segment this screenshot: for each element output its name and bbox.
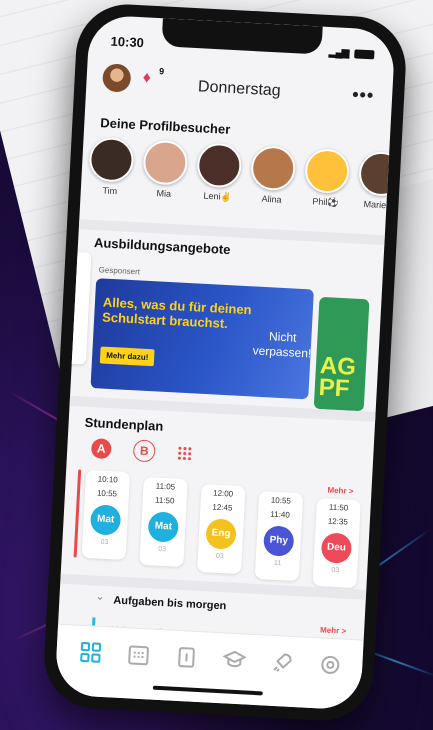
period-subject: Mat xyxy=(89,504,122,536)
visitor-avatar xyxy=(88,136,135,183)
app-screen: 10:30 ▂▄▆ ♦ 9 Donnerstag ••• Deine Profi… xyxy=(54,14,396,711)
timetable-tabs: A B xyxy=(90,437,192,464)
app-header: ♦ 9 Donnerstag ••• xyxy=(86,60,394,116)
banner-headline: Alles, was du für deinen Schulstart brau… xyxy=(101,294,252,332)
visitor-item[interactable]: Tim xyxy=(86,136,136,209)
rocket-icon[interactable] xyxy=(270,650,295,675)
period-end: 12:35 xyxy=(327,516,349,527)
period-room: 03 xyxy=(215,552,224,561)
collapse-chevron-icon[interactable]: ⌄ xyxy=(95,590,105,603)
period-subject: Deu xyxy=(320,532,353,564)
period-subject: Mat xyxy=(147,511,180,543)
period-start: 12:00 xyxy=(212,488,234,499)
settings-icon[interactable] xyxy=(318,652,343,677)
period-start: 10:10 xyxy=(97,474,118,485)
offer-banner[interactable]: Alles, was du für deinen Schulstart brau… xyxy=(90,278,314,400)
period-card[interactable]: 10:10 10:55 Mat 03 xyxy=(81,469,131,561)
visitor-list: Tim Mia Leni✌ Alina Phil⚽ Mariella xyxy=(86,136,396,224)
visitor-name: Mia xyxy=(156,188,172,199)
period-room: 11 xyxy=(273,559,282,568)
visitor-item[interactable]: Leni✌ xyxy=(194,142,244,214)
period-end: 11:50 xyxy=(154,495,175,506)
more-menu-icon[interactable]: ••• xyxy=(352,84,375,106)
visitor-name: Leni✌ xyxy=(203,190,233,203)
period-end: 10:55 xyxy=(96,488,118,499)
signal-icon: ▂▄▆ xyxy=(328,47,349,60)
offers-title: Ausbildungsangebote xyxy=(93,234,231,258)
period-room: 03 xyxy=(158,545,167,554)
phone: 10:30 ▂▄▆ ♦ 9 Donnerstag ••• Deine Profi… xyxy=(41,1,409,724)
offer-card-next-text: AG PF xyxy=(318,351,357,403)
visitor-name: Alina xyxy=(261,193,282,205)
visitor-name: Tim xyxy=(102,185,118,197)
banner-cta-button[interactable]: Mehr dazu! xyxy=(99,346,155,367)
home-icon[interactable] xyxy=(78,640,103,665)
current-period-indicator xyxy=(73,469,82,558)
calendar-icon[interactable] xyxy=(126,642,151,667)
streak-count: 9 xyxy=(158,66,165,77)
grid-view-icon[interactable] xyxy=(176,445,192,461)
period-start: 11:50 xyxy=(328,502,349,513)
visitors-title: Deine Profilbesucher xyxy=(99,115,231,137)
period-room: 03 xyxy=(100,538,109,547)
visitor-name: Phil⚽ xyxy=(312,196,339,208)
visitor-avatar xyxy=(304,147,351,195)
home-indicator xyxy=(152,685,263,696)
period-card[interactable]: 10:55 11:40 Phy 11 xyxy=(254,490,304,582)
period-subject: Phy xyxy=(262,525,295,557)
period-end: 12:45 xyxy=(212,502,233,513)
visitor-item[interactable]: Alina xyxy=(248,145,298,217)
period-start: 11:05 xyxy=(155,481,176,492)
day-title: Donnerstag xyxy=(197,78,282,100)
period-end: 11:40 xyxy=(270,509,291,520)
visitor-item[interactable]: Phil⚽ xyxy=(302,147,352,220)
period-card[interactable]: 12:00 12:45 Eng 03 xyxy=(197,483,246,575)
period-card[interactable]: 11:05 11:50 Mat 03 xyxy=(139,476,188,568)
tasks-title: Aufgaben bis morgen xyxy=(113,594,227,613)
tab-week-b[interactable]: B xyxy=(132,439,156,463)
status-icons: ▂▄▆ xyxy=(329,47,375,60)
visitor-item[interactable]: Mia xyxy=(140,139,190,211)
banner-side-text: Nicht verpassen! xyxy=(252,329,312,361)
notes-icon[interactable] xyxy=(174,645,199,670)
period-subject: Eng xyxy=(205,518,237,550)
period-room: 03 xyxy=(331,566,340,575)
period-start: 10:55 xyxy=(270,495,292,506)
visitor-avatar xyxy=(196,142,243,189)
status-time: 10:30 xyxy=(110,33,145,51)
visitor-avatar xyxy=(250,145,297,192)
offer-card-next[interactable]: AG PF xyxy=(313,296,370,412)
period-list: 10:10 10:55 Mat 03 11:05 11:50 Mat 03 12… xyxy=(69,469,394,589)
visitor-avatar xyxy=(142,139,189,186)
tab-week-a[interactable]: A xyxy=(90,438,112,460)
timetable-title: Stundenplan xyxy=(84,414,164,434)
sponsored-label: Gesponsert xyxy=(98,265,141,277)
graduation-cap-icon[interactable] xyxy=(222,647,247,672)
battery-icon xyxy=(354,49,375,60)
period-card[interactable]: 11:50 12:35 Deu 03 xyxy=(312,498,361,589)
